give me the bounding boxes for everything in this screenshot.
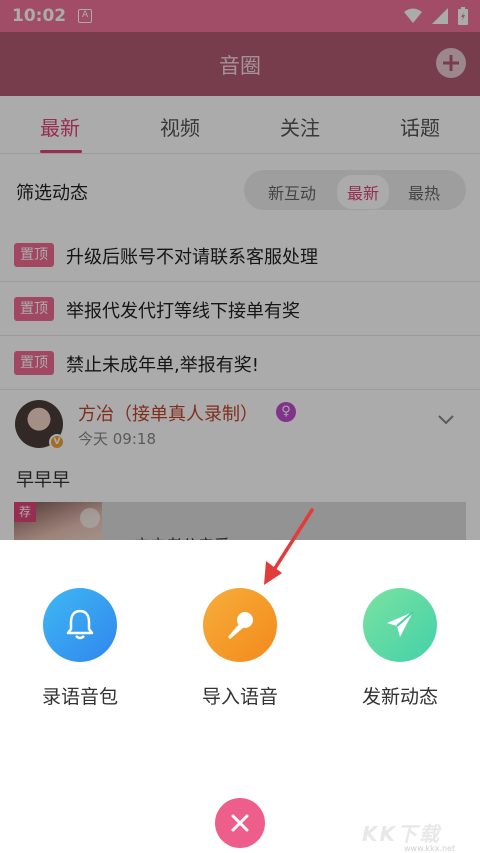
record-voice-pack-button[interactable]: 录语音包 [10,588,150,709]
import-voice-button[interactable]: 导入语音 [170,588,310,709]
paper-plane-icon [363,588,437,662]
microphone-icon [203,588,277,662]
watermark-url: www.kkx.net [404,844,456,853]
watermark: KK下载 [362,822,441,846]
action-label: 导入语音 [201,686,278,708]
close-icon [231,814,249,832]
action-label: 发新动态 [361,686,438,708]
close-button[interactable] [215,798,265,848]
action-label: 录语音包 [41,686,118,708]
action-sheet: 录语音包 导入语音 发新动态 [0,540,480,853]
annotation-arrow [264,508,314,585]
bell-icon [43,588,117,662]
new-post-button[interactable]: 发新动态 [330,588,470,709]
